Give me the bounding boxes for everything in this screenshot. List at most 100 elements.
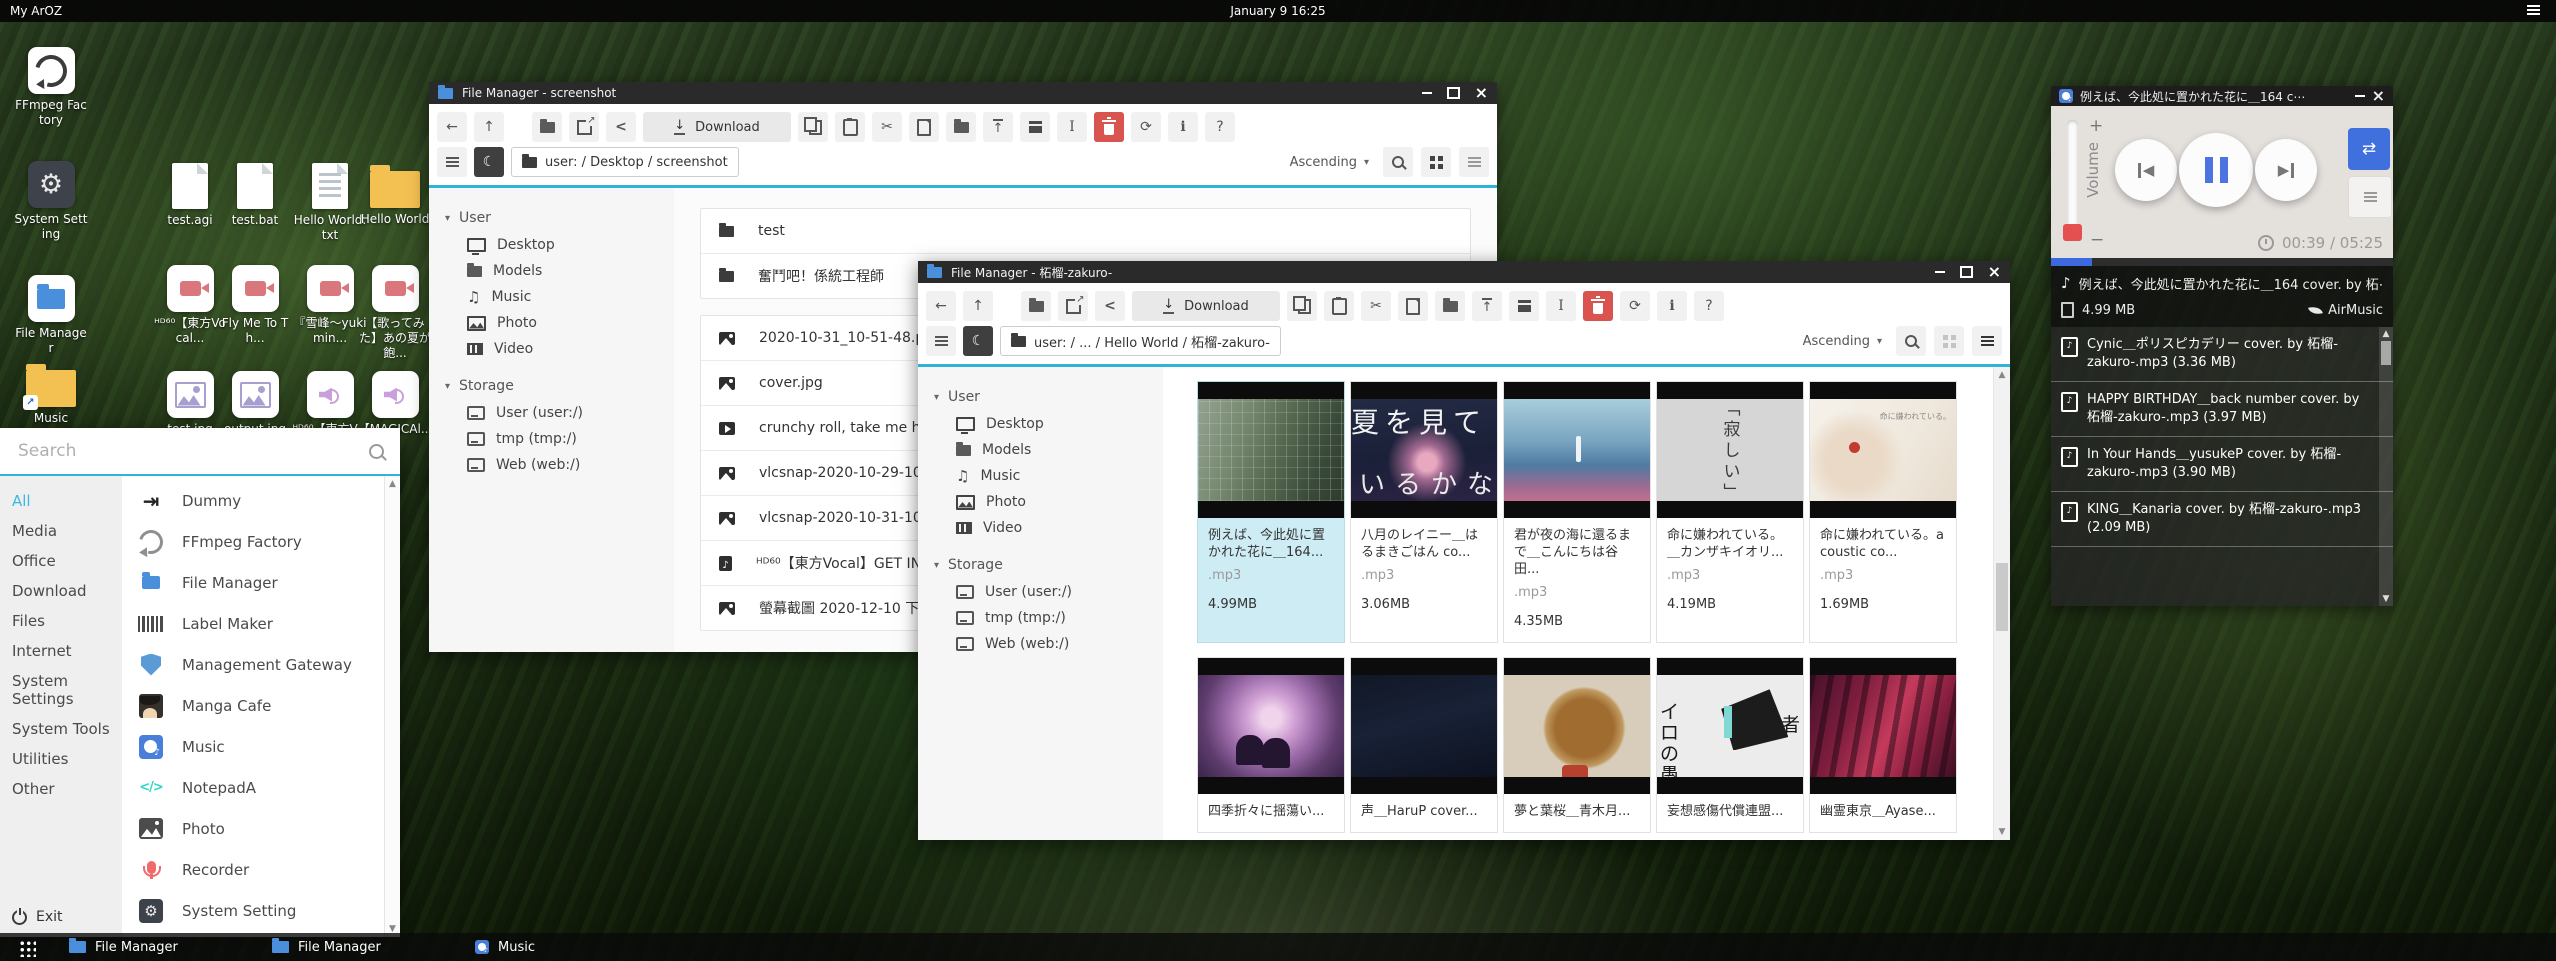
app-item-photo[interactable]: Photo [122,808,400,849]
refresh-button[interactable]: ⟳ [1620,291,1650,321]
cut-button[interactable]: ✂ [1361,291,1391,321]
back-button[interactable]: ← [926,291,956,321]
taskbar-item-music[interactable]: Music [475,933,535,961]
new-file-button[interactable] [909,112,939,142]
sidebar-item-models[interactable]: Models [429,258,674,284]
taskbar-item-file-manager-1[interactable]: File Manager [69,933,178,961]
copy-button[interactable] [1287,291,1317,321]
rename-button[interactable]: I [1546,291,1576,321]
sidebar-item-photo[interactable]: Photo [918,489,1163,515]
up-button[interactable]: ↑ [963,291,993,321]
copy-button[interactable] [798,112,828,142]
music-tile[interactable]: 「寂しい」 命に嫌われている。＿カンザキイオリ....mp34.19MB [1656,381,1804,643]
titlebar[interactable]: File Manager - 柘榴-zakuro- × [918,261,2010,283]
playlist-item[interactable]: HAPPY BIRTHDAY＿back number cover. by柘榴-z… [2051,382,2393,437]
music-tile[interactable]: イロの愚者 妄想感傷代償連盟... [1656,657,1804,833]
paste-button[interactable] [835,112,865,142]
open-in-new-button[interactable] [1058,291,1088,321]
new-file-button[interactable] [1398,291,1428,321]
sidebar-group-storage[interactable]: ▾Storage [429,372,674,400]
app-item-dummy[interactable]: ⇥Dummy [122,480,400,521]
search-button[interactable] [1896,326,1926,356]
sidebar-item-user-drive[interactable]: User (user:/) [918,579,1163,605]
minimize-button[interactable] [2355,95,2365,97]
sidebar-item-user-drive[interactable]: User (user:/) [429,400,674,426]
sort-dropdown[interactable]: Ascending▾ [1803,334,1882,349]
menu-button[interactable] [926,326,956,356]
app-item-management-gateway[interactable]: Management Gateway [122,644,400,685]
music-tile[interactable]: 君が夜の海に還るまで＿こんにちは谷田....mp34.35MB [1503,381,1651,643]
refresh-button[interactable]: ⟳ [1131,112,1161,142]
playlist-item[interactable]: KING＿Kanaria cover. by 柘榴-zakuro-.mp3 (2… [2051,492,2393,547]
grid-view-button[interactable] [1421,147,1451,177]
info-button[interactable]: i [1657,291,1687,321]
queue-button[interactable] [2348,176,2392,218]
category-system-settings[interactable]: System Settings [0,666,122,714]
file-row[interactable]: test [701,209,1470,254]
music-tile[interactable]: 幽霊東京＿Ayase... [1809,657,1957,833]
download-button[interactable]: ↓Download [1132,291,1280,321]
back-button[interactable]: ← [437,112,467,142]
sort-dropdown[interactable]: Ascending▾ [1290,155,1369,170]
app-item-label-maker[interactable]: Label Maker [122,603,400,644]
menu-button[interactable] [437,147,467,177]
close-button[interactable]: × [2372,88,2385,104]
volume-up-label[interactable]: + [2089,116,2103,136]
volume-down-label[interactable]: − [2090,230,2104,250]
category-office[interactable]: Office [0,546,122,576]
share-button[interactable]: < [606,112,636,142]
upload-button[interactable]: ↑ [983,112,1013,142]
app-item-notepada[interactable]: </>NotepadA [122,767,400,808]
titlebar[interactable]: File Manager - screenshot × [429,82,1497,104]
sidebar-item-desktop[interactable]: Desktop [918,411,1163,437]
scrollbar[interactable]: ▲ ▼ [384,476,400,937]
desktop-icon-music-folder[interactable]: ↗ Music [13,362,89,426]
scrollbar[interactable]: ▲ ▼ [1993,367,2010,840]
category-all[interactable]: All [0,486,122,516]
app-item-system-setting[interactable]: ⚙System Setting [122,890,400,931]
volume-slider-thumb[interactable] [2063,224,2082,241]
category-internet[interactable]: Internet [0,636,122,666]
delete-button[interactable] [1583,291,1613,321]
archive-button[interactable] [1020,112,1050,142]
app-item-ffmpeg-factory[interactable]: FFmpeg Factory [122,521,400,562]
maximize-button[interactable] [1447,87,1460,99]
music-tile[interactable]: 声＿HaruP cover... [1350,657,1498,833]
titlebar[interactable]: 例えば、今此処に置かれた花に＿164 c⋯ × [2051,86,2393,106]
rename-button[interactable]: I [1057,112,1087,142]
theme-toggle-button[interactable]: ☾ [963,326,993,356]
list-view-button[interactable] [1972,326,2002,356]
scrollbar[interactable]: ▲ ▼ [2379,327,2393,606]
music-tile[interactable]: 夢と葉桜＿青木月... [1503,657,1651,833]
sidebar-item-models[interactable]: Models [918,437,1163,463]
archive-button[interactable] [1509,291,1539,321]
launcher-grid-icon[interactable] [18,939,36,957]
next-button[interactable]: ▶ [2255,139,2317,201]
sidebar-group-user[interactable]: ▾User [429,204,674,232]
desktop-icon-file-manager[interactable]: File Manager [13,275,89,356]
path-bar[interactable]: user: / Desktop / screenshot [511,147,739,177]
category-system-tools[interactable]: System Tools [0,714,122,744]
pause-button[interactable] [2179,133,2253,207]
sidebar-group-user[interactable]: ▾User [918,383,1163,411]
sidebar-item-music[interactable]: ♫Music [429,284,674,310]
close-button[interactable]: × [1475,85,1488,101]
desktop-icon-video-4[interactable]: 【歌ってみた】あの夏が飽... [357,265,433,361]
sidebar-item-music[interactable]: ♫Music [918,463,1163,489]
sidebar-item-desktop[interactable]: Desktop [429,232,674,258]
maximize-button[interactable] [1960,266,1973,278]
app-item-recorder[interactable]: Recorder [122,849,400,890]
theme-toggle-button[interactable]: ☾ [474,147,504,177]
progress-bar[interactable] [2051,258,2393,266]
grid-view-button[interactable] [1934,326,1964,356]
close-button[interactable]: × [1988,264,2001,280]
sidebar-item-tmp-drive[interactable]: tmp (tmp:/) [429,426,674,452]
open-button[interactable] [532,112,562,142]
delete-button[interactable] [1094,112,1124,142]
category-files[interactable]: Files [0,606,122,636]
desktop-icon-test-bat[interactable]: test.bat [217,163,293,228]
open-in-new-button[interactable] [569,112,599,142]
download-button[interactable]: ↓Download [643,112,791,142]
exit-button[interactable]: Exit [12,909,63,925]
desktop-icon-video-2[interactable]: Fly Me To Th... [217,265,293,346]
